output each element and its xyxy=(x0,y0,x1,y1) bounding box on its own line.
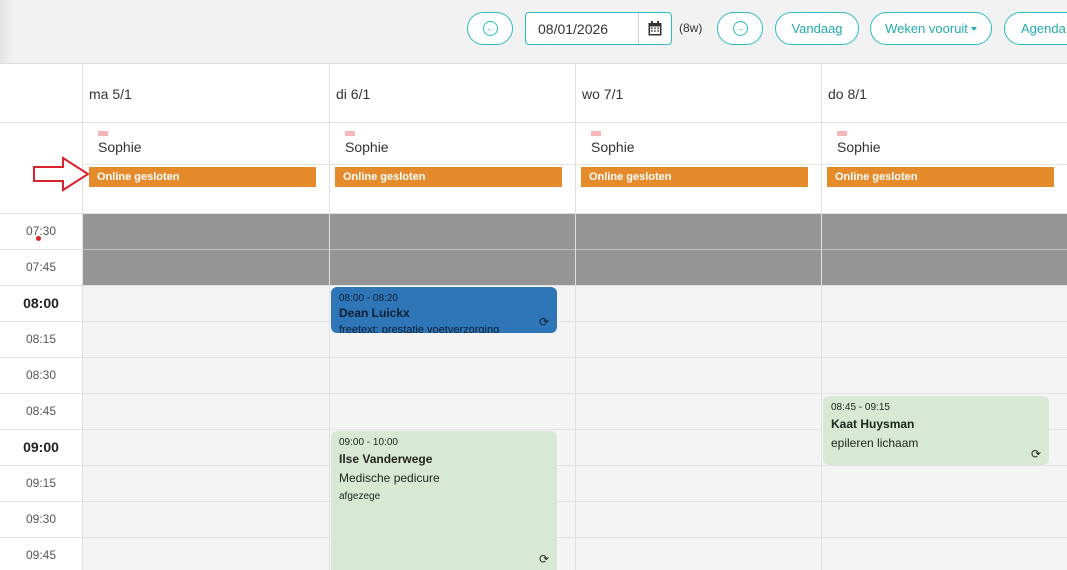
time-label: 09:15 xyxy=(25,476,57,490)
annotation-arrow-icon xyxy=(33,156,90,192)
time-label: 08:15 xyxy=(25,332,57,346)
weeks-ahead-label: Weken vooruit xyxy=(885,21,968,36)
appointment-service: epileren lichaam xyxy=(831,436,919,450)
appointment-client: Kaat Huysman xyxy=(831,417,915,431)
time-divider xyxy=(0,393,1067,394)
time-label: 09:30 xyxy=(25,512,57,526)
date-picker[interactable]: 08/01/2026 xyxy=(525,12,672,45)
appointment-time: 09:00 - 10:00 xyxy=(339,437,398,448)
appointment-service: Medische pedicure xyxy=(339,471,440,485)
appointment-client: Ilse Vanderwege xyxy=(339,452,433,466)
previous-button[interactable]: ← xyxy=(467,12,513,45)
appointment-service: freetext: prestatie voetverzorging xyxy=(339,324,500,333)
time-label: 09:00 xyxy=(23,439,59,455)
staff-cell[interactable]: Sophie xyxy=(822,124,1067,165)
staff-color-marker xyxy=(98,131,108,136)
staff-name: Sophie xyxy=(98,139,142,155)
appointment-time: 08:00 - 08:20 xyxy=(339,293,398,304)
appointment-card[interactable]: 08:45 - 09:15 Kaat Huysman epileren lich… xyxy=(823,396,1049,465)
today-button[interactable]: Vandaag xyxy=(775,12,859,45)
time-label: 08:30 xyxy=(25,368,57,382)
sidebar-edge xyxy=(0,0,14,63)
sync-icon: ⟳ xyxy=(538,552,549,566)
appointment-card[interactable]: 08:00 - 08:20 Dean Luickx freetext: pres… xyxy=(331,287,557,333)
arrow-left-circle-icon: ← xyxy=(482,21,498,36)
day-header[interactable]: do 8/1 xyxy=(822,64,1067,123)
arrow-right-circle-icon: → xyxy=(732,21,748,36)
staff-cell[interactable]: Sophie xyxy=(576,124,821,165)
staff-cell[interactable]: Sophie xyxy=(330,124,575,165)
staff-name: Sophie xyxy=(591,139,635,155)
time-label: 07:30 xyxy=(25,224,57,238)
next-button[interactable]: → xyxy=(717,12,763,45)
appointment-note: afgezege xyxy=(339,491,381,502)
time-label: 09:45 xyxy=(25,548,57,562)
appointment-time: 08:45 - 09:15 xyxy=(831,402,890,413)
current-time-dot xyxy=(36,236,41,241)
weeks-count-label: (8w) xyxy=(679,21,703,35)
calendar-grid: ma 5/1 di 6/1 wo 7/1 do 8/1 Sophie Sophi… xyxy=(0,64,1067,570)
sync-icon: ⟳ xyxy=(538,315,549,329)
staff-name: Sophie xyxy=(837,139,881,155)
time-label: 07:45 xyxy=(25,260,57,274)
weeks-ahead-dropdown[interactable]: Weken vooruit xyxy=(870,12,992,45)
day-header[interactable]: wo 7/1 xyxy=(576,64,821,123)
time-divider xyxy=(0,357,1067,358)
time-divider xyxy=(0,213,1067,214)
online-closed-banner[interactable]: Online gesloten xyxy=(335,167,562,187)
appointment-client: Dean Luickx xyxy=(339,306,410,320)
time-label: 08:45 xyxy=(25,404,57,418)
time-divider xyxy=(0,249,82,250)
time-column-header xyxy=(0,64,82,123)
staff-color-marker xyxy=(345,131,355,136)
agenda-label: Agenda xyxy=(1021,21,1066,36)
online-closed-banner[interactable]: Online gesloten xyxy=(827,167,1054,187)
online-closed-banner[interactable]: Online gesloten xyxy=(89,167,316,187)
date-input[interactable]: 08/01/2026 xyxy=(526,21,638,37)
time-label: 08:00 xyxy=(23,295,59,311)
sync-icon: ⟳ xyxy=(1030,447,1041,461)
day-header[interactable]: ma 5/1 xyxy=(83,64,329,123)
online-closed-banner[interactable]: Online gesloten xyxy=(581,167,808,187)
calendar-icon[interactable] xyxy=(638,13,671,44)
caret-down-icon xyxy=(970,26,977,31)
appointment-card[interactable]: 09:00 - 10:00 Ilse Vanderwege Medische p… xyxy=(331,431,557,570)
today-label: Vandaag xyxy=(791,21,843,36)
day-header[interactable]: di 6/1 xyxy=(330,64,575,123)
staff-cell[interactable]: Sophie xyxy=(83,124,329,165)
staff-name: Sophie xyxy=(345,139,389,155)
staff-color-marker xyxy=(837,131,847,136)
staff-color-marker xyxy=(591,131,601,136)
time-divider xyxy=(0,285,1067,286)
agenda-button[interactable]: Agenda xyxy=(1004,12,1067,45)
